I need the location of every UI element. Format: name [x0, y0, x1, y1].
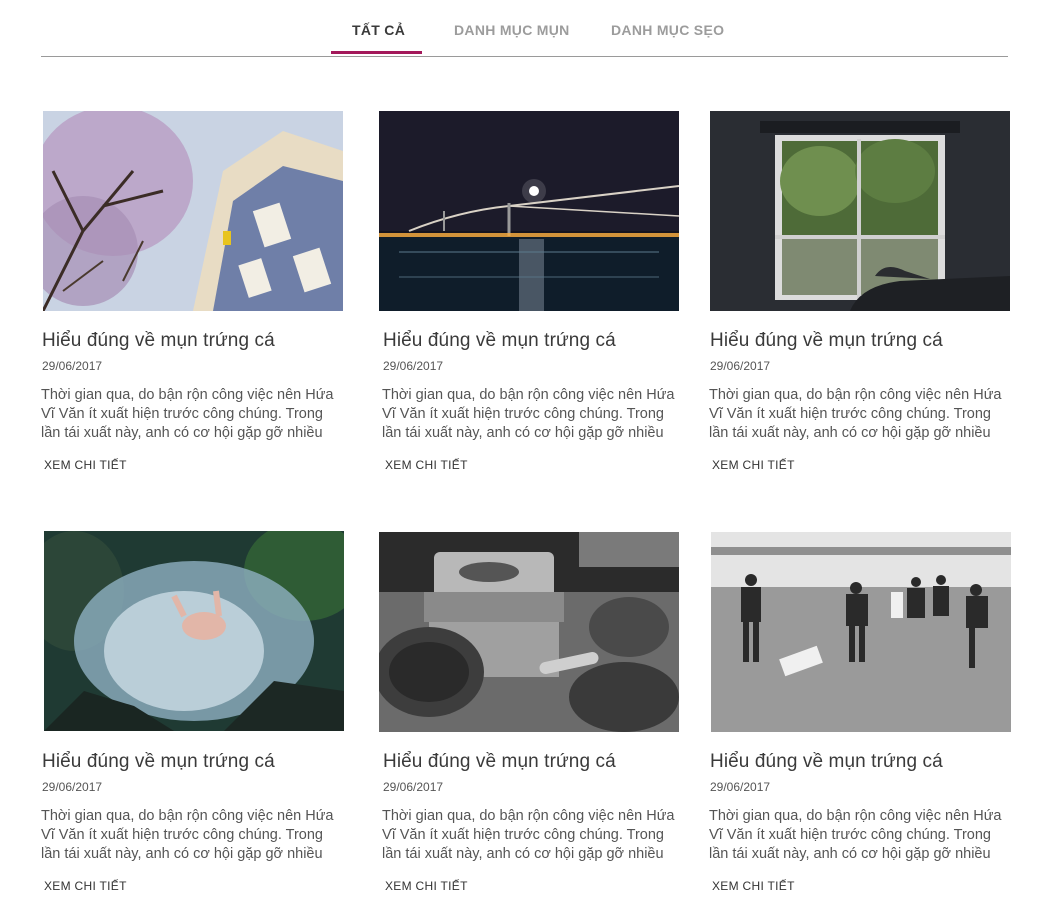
tab-acne-category[interactable]: DANH MỤC MỤN: [454, 22, 570, 38]
category-tabs: TẤT CẢ DANH MỤC MỤN DANH MỤC SẸO: [41, 0, 1008, 57]
building-with-tree-image: [43, 111, 343, 311]
read-more-link[interactable]: XEM CHI TIẾT: [385, 458, 468, 472]
post-image[interactable]: [379, 532, 679, 732]
post-date: 29/06/2017: [710, 780, 771, 794]
post-image[interactable]: [711, 532, 1011, 732]
tab-all[interactable]: TẤT CẢ: [352, 22, 405, 38]
post-date: 29/06/2017: [42, 359, 103, 373]
rugby-match-image: [711, 532, 1011, 732]
post-title[interactable]: Hiểu đúng về mụn trứng cá: [710, 330, 943, 352]
post-image[interactable]: [710, 111, 1010, 311]
waterfall-person-image: [44, 531, 344, 731]
post-date: 29/06/2017: [383, 780, 444, 794]
post-excerpt: Thời gian qua, do bận rộn công việc nên …: [709, 808, 1002, 862]
read-more-link[interactable]: XEM CHI TIẾT: [712, 458, 795, 472]
post-excerpt: Thời gian qua, do bận rộn công việc nên …: [382, 387, 675, 441]
post-excerpt: Thời gian qua, do bận rộn công việc nên …: [41, 808, 334, 862]
read-more-link[interactable]: XEM CHI TIẾT: [44, 879, 127, 893]
read-more-link[interactable]: XEM CHI TIẾT: [44, 458, 127, 472]
window-view-image: [710, 111, 1010, 311]
post-date: 29/06/2017: [42, 780, 103, 794]
tab-scar-category[interactable]: DANH MỤC SẸO: [611, 22, 724, 38]
kitchen-pots-image: [379, 532, 679, 732]
post-date: 29/06/2017: [710, 359, 771, 373]
read-more-link[interactable]: XEM CHI TIẾT: [385, 879, 468, 893]
post-date: 29/06/2017: [383, 359, 444, 373]
post-title[interactable]: Hiểu đúng về mụn trứng cá: [42, 751, 275, 773]
post-image[interactable]: [379, 111, 679, 311]
read-more-link[interactable]: XEM CHI TIẾT: [712, 879, 795, 893]
active-tab-indicator: [331, 51, 422, 54]
post-title[interactable]: Hiểu đúng về mụn trứng cá: [383, 751, 616, 773]
post-title[interactable]: Hiểu đúng về mụn trứng cá: [42, 330, 275, 352]
post-image[interactable]: [44, 531, 344, 731]
post-image[interactable]: [43, 111, 343, 311]
post-excerpt: Thời gian qua, do bận rộn công việc nên …: [709, 387, 1002, 441]
night-bridge-image: [379, 111, 679, 311]
post-title[interactable]: Hiểu đúng về mụn trứng cá: [383, 330, 616, 352]
post-excerpt: Thời gian qua, do bận rộn công việc nên …: [382, 808, 675, 862]
post-excerpt: Thời gian qua, do bận rộn công việc nên …: [41, 387, 334, 441]
post-title[interactable]: Hiểu đúng về mụn trứng cá: [710, 751, 943, 773]
